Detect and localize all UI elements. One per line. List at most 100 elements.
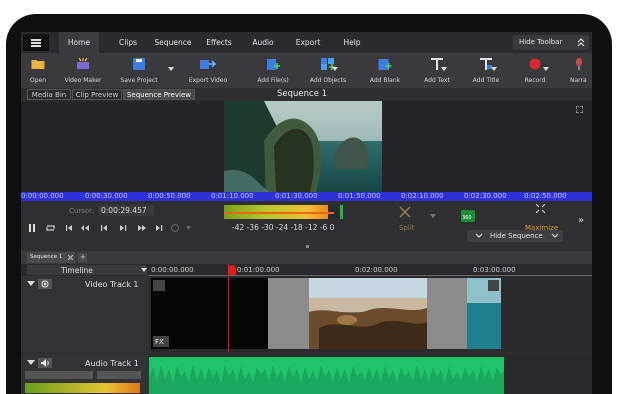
tab-media-bin[interactable]: Media Bin [27,89,71,100]
menu-home[interactable]: Home [59,32,99,53]
gap-clip[interactable] [427,278,467,349]
step-back-icon [101,225,107,231]
video-clip-beach[interactable] [309,278,427,349]
audio-waveform-clip[interactable] [149,357,504,394]
add-files-label: Add File(s) [257,77,289,84]
video-maker-label: Video Maker [64,77,102,84]
tab-clip-preview[interactable]: Clip Preview [72,89,122,100]
360-button[interactable]: 360 [461,210,475,222]
magic-wand-icon [77,58,89,69]
menu-clips[interactable]: Clips [109,32,147,53]
maximize-icon[interactable] [536,204,545,213]
save-project-button[interactable]: Save Project [117,53,161,88]
menu-help[interactable]: Help [337,32,367,53]
fullscreen-icon[interactable] [576,106,583,113]
ruler-tick: 0:01:10.000 [211,192,254,200]
volume-caret-icon [186,226,191,230]
transport-buttons [29,224,191,232]
chevron-down-icon [475,233,483,238]
splitter-handle[interactable] [306,245,309,248]
timeline-caret-icon [141,268,147,272]
record-label: Record [524,77,546,84]
preview-time-ruler[interactable]: 0:00:00.000 0:00:30.000 0:00:50.000 0:01… [21,192,592,201]
video-track-name: Video Track 1 [85,280,139,289]
add-files-button[interactable]: Add File(s) [253,53,293,88]
add-objects-button[interactable]: Add Objects [306,53,350,88]
tab-sequence-preview[interactable]: Sequence Preview [123,89,195,100]
video-track-header: Video Track 1 [21,276,149,352]
chevron-down-icon [551,233,559,238]
ruler-tick: 0:00:30.000 [85,192,128,200]
split-caret-icon[interactable] [430,214,436,218]
cursor-value: 0:00:29.457 [101,206,147,215]
add-text-label: Add Text [424,77,450,84]
audio-track-lane[interactable] [149,355,592,394]
sequence-tab[interactable]: Sequence 1 [27,252,75,263]
collapse-caret-icon[interactable] [27,360,35,365]
skip-end-icon [156,225,163,231]
export-video-label: Export Video [188,77,228,84]
cursor-label: Cursor: [69,207,95,215]
fx-label: FX [155,338,164,346]
menu-sequence[interactable]: Sequence [149,32,197,53]
eye-icon [41,280,49,288]
audio-volume-slider[interactable] [25,371,93,379]
narrate-button[interactable]: Narra [566,53,592,88]
add-text-button[interactable]: Add Text [419,53,455,88]
timeline-ruler-tick: 0:00:00.000 [151,266,194,274]
add-file-icon [267,59,280,70]
add-objects-label: Add Objects [309,77,347,84]
split-label: Split [399,224,415,232]
audio-pan-slider[interactable] [97,371,141,379]
ruler-tick: 0:01:50.000 [338,192,381,200]
gap-clip[interactable] [268,278,309,349]
add-text-caret-icon[interactable] [441,67,447,71]
cursor-field[interactable]: 0:00:29.457 [98,205,154,216]
add-title-button[interactable]: Add Title [467,53,505,88]
playhead-handle[interactable] [228,265,236,275]
timeline-ruler[interactable]: 0:00:00.000 0:01:00.000 0:02:00.000 0:03… [149,264,592,276]
overflow-button[interactable]: » [578,215,584,226]
microphone-icon [576,58,582,70]
ruler-tick: 0:01:30.000 [275,192,318,200]
add-sequence-button[interactable]: + [78,253,87,262]
add-title-caret-icon[interactable] [491,67,497,71]
menu-export[interactable]: Export [289,32,327,53]
open-button[interactable]: Open [25,53,51,88]
video-maker-button[interactable]: Video Maker [63,53,103,88]
audio-track-name: Audio Track 1 [85,359,139,368]
preview-video-frame [224,101,382,192]
export-video-button[interactable]: Export Video [185,53,231,88]
collapse-caret-icon[interactable] [27,281,35,286]
menu-audio[interactable]: Audio [246,32,280,53]
hide-toolbar-button[interactable]: Hide Toolbar [513,35,589,50]
video-track-lane[interactable]: FX [149,264,592,352]
record-caret-icon[interactable] [543,67,549,71]
audio-track-meter [25,383,140,393]
hamburger-menu-button[interactable] [23,34,49,51]
speaker-icon [41,359,49,367]
video-clip-black[interactable]: FX [151,278,268,349]
fx-badge[interactable]: FX [153,336,169,347]
video-clip-ocean[interactable] [467,278,501,349]
transition-marker-icon[interactable] [153,280,165,291]
app-window: Home Clips Sequence Effects Audio Export… [21,32,592,394]
hide-sequence-button[interactable]: Hide Sequence [467,230,563,242]
save-dropdown-caret-icon[interactable] [168,67,174,71]
video-track-toggle[interactable] [38,279,52,289]
close-icon[interactable] [68,255,73,260]
add-blank-button[interactable]: Add Blank [365,53,405,88]
save-icon [133,58,145,70]
playback-controls: Cursor: 0:00:29.457 -42 -36 -30 -24 -18 … [21,201,592,251]
meter-peak-indicator [340,205,343,219]
hide-toolbar-label: Hide Toolbar [519,38,563,46]
audio-track-toggle[interactable] [38,358,52,368]
next-frame-icon [138,225,146,231]
playhead-line[interactable] [228,264,229,352]
menu-effects[interactable]: Effects [199,32,239,53]
timeline-dropdown[interactable]: Timeline [27,265,147,275]
export-icon [200,60,216,69]
split-button[interactable]: Split [395,205,417,235]
prev-frame-icon [81,225,89,231]
add-objects-caret-icon[interactable] [332,67,338,71]
